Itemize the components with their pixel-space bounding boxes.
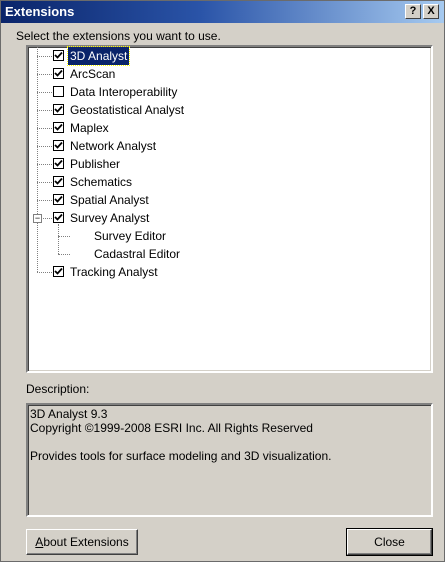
- tree-item-label: ArcScan: [70, 67, 116, 81]
- tree-connector: [58, 254, 70, 255]
- tree-item[interactable]: Publisher: [28, 155, 431, 173]
- check-icon: [54, 141, 63, 149]
- description-label: Description:: [26, 382, 90, 396]
- tree-connector: [37, 146, 52, 147]
- tree-connector: [58, 224, 59, 254]
- check-icon: [54, 177, 63, 185]
- tree-subitem-label: Cadastral Editor: [94, 247, 181, 261]
- instruction-text: Select the extensions you want to use.: [16, 29, 221, 43]
- tree-item-label: Data Interoperability: [70, 85, 178, 99]
- tree-item[interactable]: Tracking Analyst: [28, 263, 431, 281]
- tree-item-label: Spatial Analyst: [70, 193, 149, 207]
- tree-item[interactable]: − Survey Analyst: [28, 209, 431, 227]
- tree-item-label: Network Analyst: [70, 139, 157, 153]
- check-icon: [54, 213, 63, 221]
- tree-connector: [37, 128, 52, 129]
- tree-connector: [37, 92, 52, 93]
- checkbox[interactable]: [53, 140, 64, 151]
- tree-item-label: Publisher: [70, 157, 121, 171]
- tree-subitem[interactable]: Cadastral Editor: [28, 245, 431, 263]
- extensions-tree[interactable]: 3D Analyst ArcScan Data Interoperability Ge…: [26, 45, 433, 373]
- tree-item-label: Geostatistical Analyst: [70, 103, 185, 117]
- tree-item-label: Tracking Analyst: [70, 265, 158, 279]
- tree-connector: [58, 236, 70, 237]
- tree-item-label: Survey Analyst: [70, 211, 150, 225]
- tree-item[interactable]: 3D Analyst: [28, 46, 431, 66]
- help-button[interactable]: ?: [405, 4, 421, 19]
- tree-connector: [37, 56, 52, 57]
- close-button[interactable]: Close: [346, 528, 433, 556]
- extensions-dialog: Extensions ? X Select the extensions you…: [0, 0, 445, 562]
- tree-subitem-label: Survey Editor: [94, 229, 167, 243]
- about-extensions-button[interactable]: About Extensions: [26, 529, 138, 555]
- collapse-icon[interactable]: −: [33, 214, 42, 223]
- tree-subitem[interactable]: Survey Editor: [28, 227, 431, 245]
- checkbox[interactable]: [53, 266, 64, 277]
- tree-connector: [37, 74, 52, 75]
- description-text: 3D Analyst 9.3 Copyright ©1999-2008 ESRI…: [30, 407, 332, 463]
- check-icon: [54, 105, 63, 113]
- checkbox[interactable]: [53, 212, 64, 223]
- tree-item[interactable]: Schematics: [28, 173, 431, 191]
- description-box: 3D Analyst 9.3 Copyright ©1999-2008 ESRI…: [26, 403, 433, 517]
- close-window-button[interactable]: X: [423, 4, 439, 19]
- tree-item-label: Maplex: [70, 121, 109, 135]
- check-icon: [54, 51, 63, 59]
- checkbox[interactable]: [53, 194, 64, 205]
- checkbox[interactable]: [53, 158, 64, 169]
- window-title: Extensions: [5, 4, 75, 19]
- checkbox[interactable]: [53, 176, 64, 187]
- checkbox[interactable]: [53, 122, 64, 133]
- about-label: bout Extensions: [43, 535, 129, 549]
- checkbox[interactable]: [53, 104, 64, 115]
- checkbox[interactable]: [53, 50, 64, 61]
- tree-connector: [37, 164, 52, 165]
- check-icon: [54, 69, 63, 77]
- tree-item[interactable]: ArcScan: [28, 65, 431, 83]
- tree-item[interactable]: Spatial Analyst: [28, 191, 431, 209]
- check-icon: [54, 267, 63, 275]
- check-icon: [54, 123, 63, 131]
- tree-item[interactable]: Data Interoperability: [28, 83, 431, 101]
- tree-item[interactable]: Network Analyst: [28, 137, 431, 155]
- tree-connector: [37, 110, 52, 111]
- tree-item-label: 3D Analyst: [66, 46, 131, 66]
- tree-connector: [37, 182, 52, 183]
- tree-item[interactable]: Geostatistical Analyst: [28, 101, 431, 119]
- tree-item-label: Schematics: [70, 175, 133, 189]
- tree-item[interactable]: Maplex: [28, 119, 431, 137]
- tree-connector: [37, 272, 52, 273]
- checkbox[interactable]: [53, 86, 64, 97]
- check-icon: [54, 195, 63, 203]
- checkbox[interactable]: [53, 68, 64, 79]
- tree-connector: [37, 200, 52, 201]
- check-icon: [54, 159, 63, 167]
- title-bar[interactable]: Extensions ? X: [1, 1, 444, 23]
